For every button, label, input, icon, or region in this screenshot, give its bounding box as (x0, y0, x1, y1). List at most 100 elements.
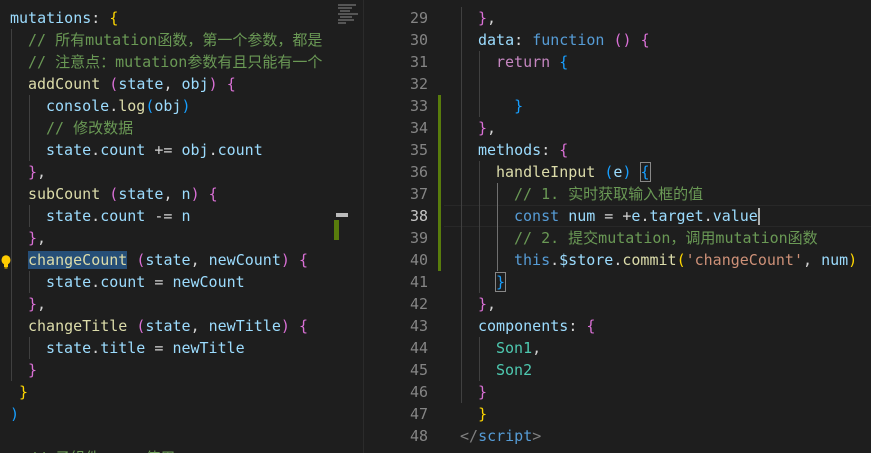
code-line[interactable]: // 所有mutation函数，第一个参数，都是 (0, 29, 334, 51)
code-line[interactable]: // 修改数据 (0, 117, 334, 139)
code-line[interactable]: // 注意点：mutation参数有且只能有一个 (0, 51, 334, 73)
code-line[interactable]: 40 this.$store.commit('changeCount', num) (382, 249, 871, 271)
code-text: } (478, 381, 487, 403)
right-editor-pane[interactable]: 29}, 30 data: function () {31 return {32 33 … (382, 0, 871, 453)
code-line[interactable]: console.log(obj) (0, 95, 334, 117)
code-text: }, (28, 293, 46, 315)
code-line[interactable]: 48 </script> (382, 425, 871, 447)
code-line[interactable]: 39 // 2. 提交mutation，调用mutation函数 (382, 227, 871, 249)
code-line[interactable]: 42}, (382, 293, 871, 315)
code-line[interactable]: subCount (state, n) { (0, 183, 334, 205)
code-token: data (478, 31, 515, 49)
code-token: components (478, 317, 569, 335)
code-token: subCount (28, 185, 101, 203)
code-line[interactable]: 47 } (382, 403, 871, 425)
code-line[interactable]: changeTitle (state, newTitle) { (0, 315, 334, 337)
code-text: }, (478, 117, 496, 139)
minimap-cursor-marker (336, 213, 348, 217)
git-change-indicator[interactable] (438, 139, 441, 161)
code-line[interactable]: addCount (state, obj) { (0, 73, 334, 95)
line-number: 35 (409, 141, 428, 159)
code-text: data: function () { (478, 29, 650, 51)
git-change-indicator[interactable] (438, 183, 441, 205)
left-editor-pane[interactable]: mutations: {// 所有mutation函数，第一个参数，都是 // 注… (0, 0, 334, 453)
code-line[interactable]: 41} (382, 271, 871, 293)
code-token: , (163, 185, 182, 203)
code-line[interactable]: 30 data: function () { (382, 29, 871, 51)
indent-guide (29, 337, 30, 359)
code-line[interactable]: 43 components: { (382, 315, 871, 337)
code-line[interactable]: 31 return { (382, 51, 871, 73)
code-token: . (550, 251, 560, 269)
git-change-indicator[interactable] (438, 205, 441, 227)
code-line[interactable]: state.count += obj.count (0, 139, 334, 161)
line-number: 40 (409, 251, 428, 269)
indent-guide (11, 161, 12, 183)
code-line[interactable]: 37 // 1. 实时获取输入框的值 (382, 183, 871, 205)
code-token: count (100, 141, 146, 159)
code-token: state (46, 207, 92, 225)
code-text: }, (478, 293, 496, 315)
code-line[interactable]: 45 Son2 (382, 359, 871, 381)
code-line[interactable]: }, (0, 227, 334, 249)
code-token: newTitle (172, 339, 245, 357)
code-token: // 注意点：mutation参数有且只能有一个 (28, 53, 323, 71)
code-line[interactable]: ) (0, 403, 334, 425)
code-line[interactable]: 44 Son1, (382, 337, 871, 359)
indent-guide (479, 161, 480, 183)
code-token: handleInput (496, 163, 596, 181)
code-token: } (28, 295, 38, 313)
code-token: ) (190, 185, 200, 203)
indent-guide (461, 73, 462, 95)
code-token: ) (622, 31, 632, 49)
code-text: Son2 (496, 359, 532, 381)
indent-guide (11, 117, 12, 139)
code-token: . (91, 207, 101, 225)
code-line[interactable]: // 子组件 ... 使用 (0, 447, 334, 453)
code-line[interactable] (0, 425, 334, 447)
code-token: : (91, 9, 110, 27)
line-number: 37 (409, 185, 428, 203)
code-token: } (28, 229, 38, 247)
code-line[interactable]: mutations: { (0, 7, 334, 29)
minimap[interactable] (334, 0, 364, 453)
git-change-indicator[interactable] (438, 249, 441, 271)
code-token: function (532, 31, 605, 49)
code-line[interactable]: 33 } (382, 95, 871, 117)
code-line[interactable]: changeCount (state, newCount) { (0, 249, 334, 271)
line-number: 38 (409, 207, 428, 225)
code-token: state (145, 251, 191, 269)
code-token: } (19, 383, 29, 401)
code-text: // 1. 实时获取输入框的值 (514, 183, 703, 205)
code-line[interactable]: }, (0, 161, 334, 183)
code-line[interactable]: } (0, 359, 334, 381)
code-line[interactable]: } (0, 381, 334, 403)
code-line[interactable]: state.title = newTitle (0, 337, 334, 359)
code-line[interactable]: 46} (382, 381, 871, 403)
code-text: } (494, 271, 507, 293)
lightbulb-icon[interactable] (1, 253, 11, 269)
code-line[interactable]: 32 (382, 73, 871, 95)
code-line[interactable]: 29}, (382, 7, 871, 29)
code-line[interactable]: }, (0, 293, 334, 315)
code-line[interactable]: 34}, (382, 117, 871, 139)
git-change-indicator[interactable] (438, 95, 441, 117)
line-number: 46 (409, 383, 428, 401)
git-change-indicator[interactable] (438, 161, 441, 183)
code-text: addCount (state, obj) { (28, 73, 236, 95)
code-token: } (28, 163, 38, 181)
code-token: ( (109, 185, 119, 203)
code-line[interactable]: state.count = newCount (0, 271, 334, 293)
git-change-indicator[interactable] (438, 117, 441, 139)
code-line[interactable]: 36 handleInput (e) { (382, 161, 871, 183)
code-line[interactable]: 38 const num = +e.target.value (382, 205, 871, 227)
git-change-indicator[interactable] (438, 227, 441, 249)
code-line[interactable]: 35 methods: { (382, 139, 871, 161)
line-number: 34 (409, 119, 428, 137)
code-line[interactable]: state.count -= n (0, 205, 334, 227)
indent-guide (29, 95, 30, 117)
